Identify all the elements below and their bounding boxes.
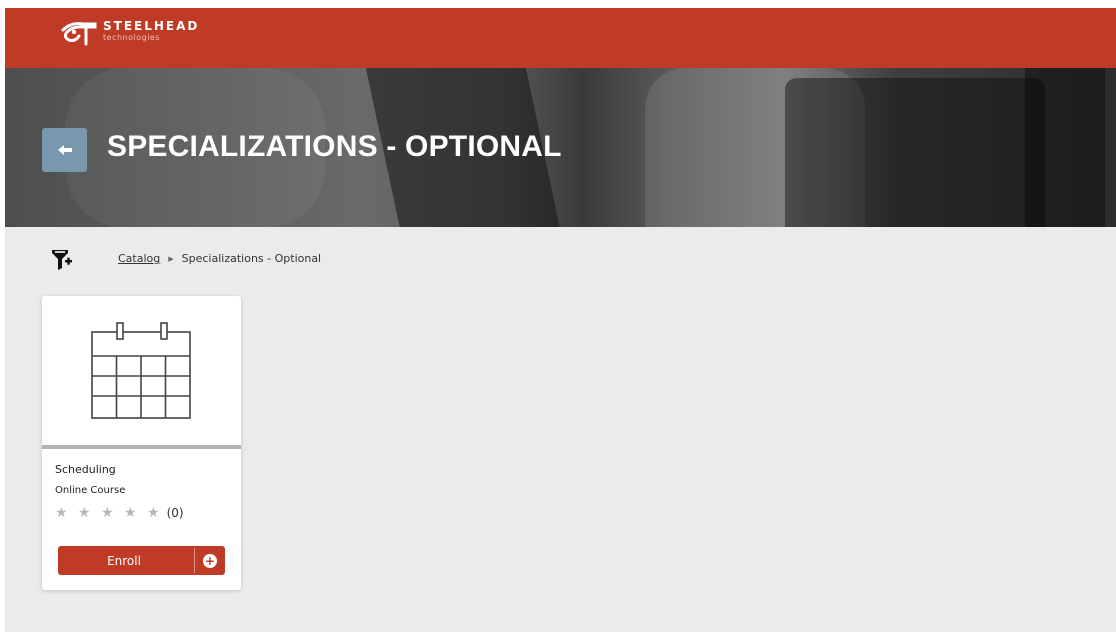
course-type: Online Course (55, 485, 126, 496)
rating-count: (0) (166, 506, 184, 520)
plus-circle-icon: + (203, 553, 217, 568)
calendar-icon (91, 322, 191, 419)
enroll-button[interactable]: Enroll + (58, 546, 225, 575)
course-card: Scheduling Online Course ★ ★ ★ ★ ★ (0) E… (42, 296, 241, 590)
logo[interactable]: STEELHEAD technologies (57, 20, 199, 48)
breadcrumb: Catalog ▶ Specializations - Optional (118, 252, 321, 265)
brand-subtitle: technologies (103, 33, 160, 42)
logo-text: STEELHEAD technologies (103, 20, 199, 42)
back-button[interactable] (42, 128, 87, 172)
course-image[interactable] (42, 296, 241, 446)
breadcrumb-current: Specializations - Optional (181, 252, 322, 265)
back-arrow-icon (57, 145, 72, 155)
course-title[interactable]: Scheduling (55, 463, 116, 476)
rating-stars-icon: ★ ★ ★ ★ ★ (55, 505, 163, 521)
hero-banner: SPECIALIZATIONS - OPTIONAL (5, 68, 1116, 227)
top-bar: STEELHEAD technologies (5, 8, 1116, 68)
card-divider (42, 445, 241, 449)
brand-name: STEELHEAD (103, 19, 200, 33)
page-title: SPECIALIZATIONS - OPTIONAL (107, 130, 562, 163)
filter-plus-icon[interactable] (51, 248, 73, 272)
app-frame: STEELHEAD technologies SPECIALIZATIONS -… (5, 8, 1116, 632)
course-rating: ★ ★ ★ ★ ★ (0) (55, 505, 184, 521)
steelhead-logo-icon (61, 22, 97, 46)
enroll-plus-button[interactable]: + (195, 546, 225, 575)
breadcrumb-catalog-link[interactable]: Catalog (118, 252, 160, 265)
caret-right-icon: ▶ (168, 254, 174, 263)
enroll-label: Enroll (107, 553, 141, 568)
